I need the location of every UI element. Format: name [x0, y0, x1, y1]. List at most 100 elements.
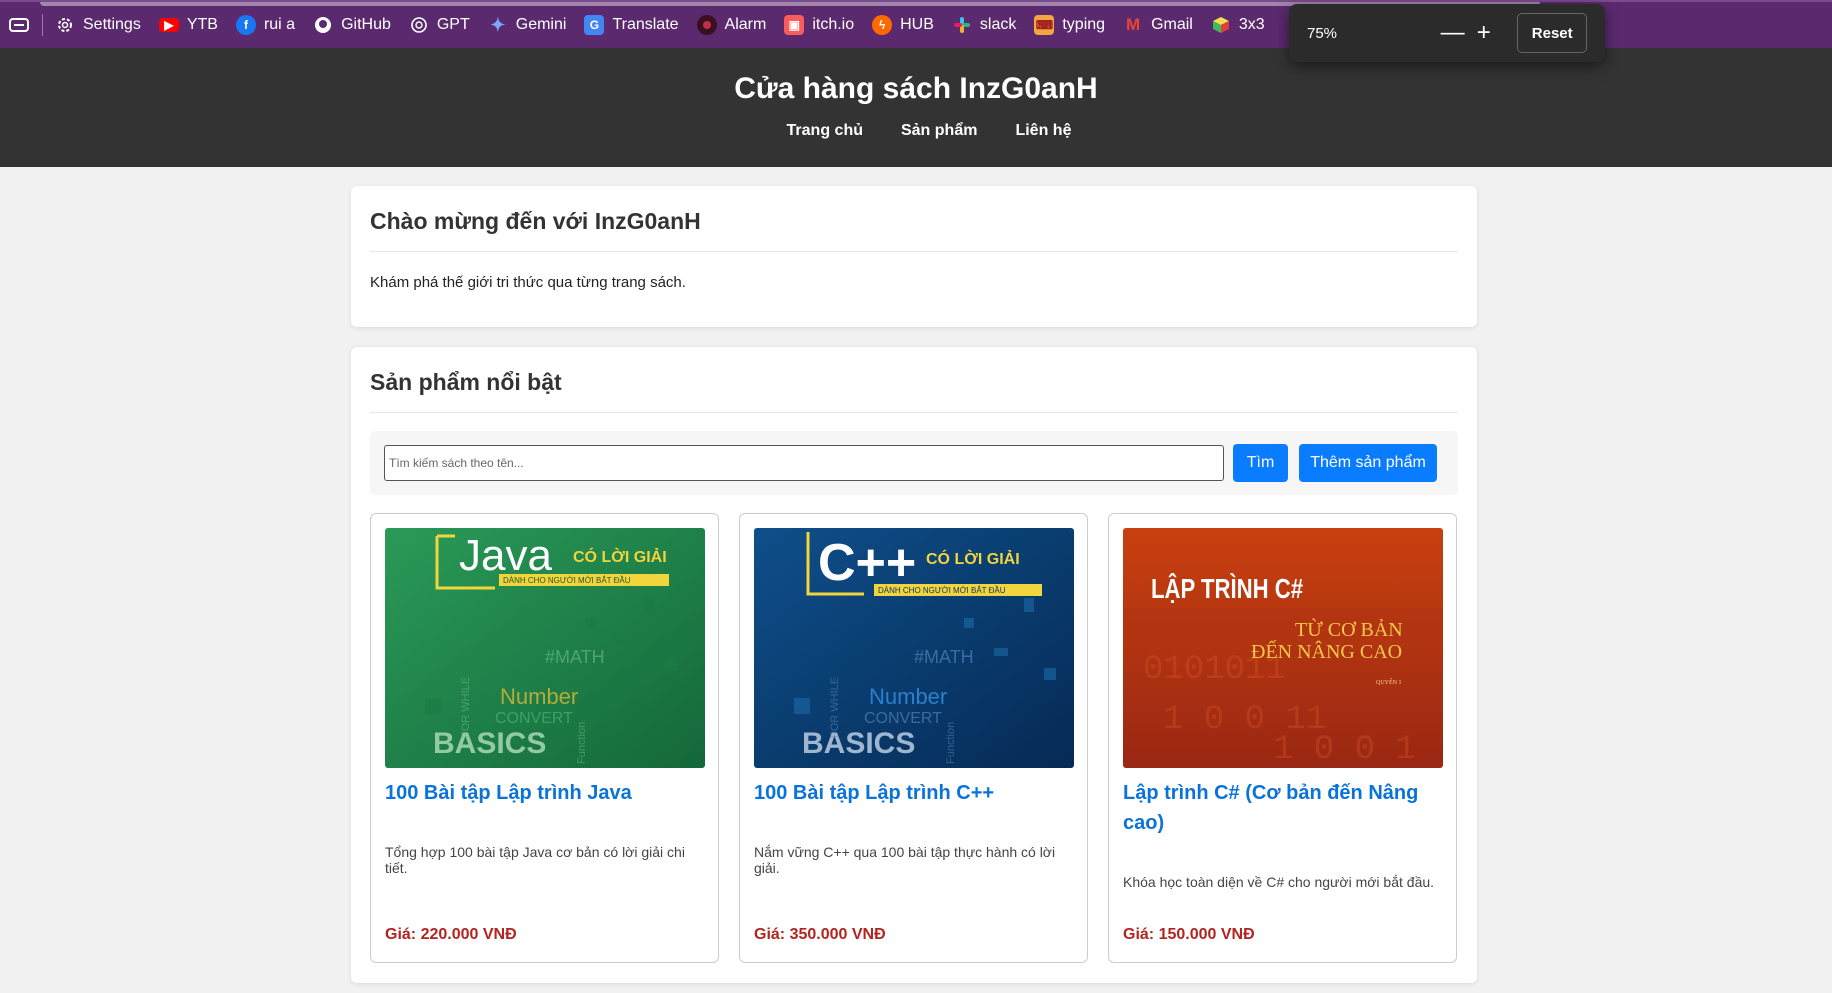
- bookmark-3x3[interactable]: 3x3: [1211, 9, 1265, 41]
- bookmark-alarm[interactable]: Alarm: [696, 9, 767, 41]
- cover-word: Function: [576, 722, 588, 764]
- cover-tag: CÓ LỜI GIẢI: [926, 549, 1020, 568]
- cover-word: Function: [945, 722, 957, 764]
- cover-word: FOR WHILE: [460, 677, 472, 738]
- bookmark-label: rui a: [263, 16, 296, 33]
- cover-word: #MATH: [914, 647, 974, 667]
- bookmark-label: typing: [1062, 16, 1106, 33]
- product-grid: Java CÓ LỜI GIẢI DÀNH CHO NGƯỜI MỚI BẮT …: [370, 513, 1458, 963]
- book-cover-java: Java CÓ LỜI GIẢI DÀNH CHO NGƯỜI MỚI BẮT …: [385, 528, 705, 768]
- search-button[interactable]: Tìm: [1233, 444, 1288, 482]
- cover-title: LẬP TRÌNH C#: [1151, 573, 1303, 604]
- bookmark-label: HUB: [900, 16, 934, 33]
- nav-products-link[interactable]: Sản phẩm: [901, 122, 977, 140]
- bookmark-slack[interactable]: slack: [952, 9, 1016, 41]
- book-cover-cpp: C++ CÓ LỜI GIẢI DÀNH CHO NGƯỜI MỚI BẮT Đ…: [754, 528, 1074, 768]
- search-input[interactable]: [384, 445, 1224, 481]
- bookmark-label: Gemini: [515, 16, 567, 33]
- bookmark-typing[interactable]: ⌨ typing: [1034, 9, 1105, 41]
- gemini-icon: ✦: [490, 14, 506, 35]
- add-product-button[interactable]: Thêm sản phẩm: [1299, 444, 1437, 482]
- product-price: Giá: 150.000 VNĐ: [1123, 926, 1255, 943]
- itchio-icon: ▣: [784, 15, 805, 35]
- facebook-icon: f: [235, 15, 256, 35]
- sidebar-toggle-icon[interactable]: [6, 12, 32, 38]
- cover-lang: C++: [818, 534, 916, 592]
- bookmark-label: Gmail: [1151, 16, 1193, 33]
- bookmark-label: 3x3: [1238, 16, 1265, 33]
- zoom-reset-button[interactable]: Reset: [1517, 13, 1587, 53]
- welcome-text: Khám phá thế giới tri thức qua từng tran…: [370, 274, 686, 291]
- product-card[interactable]: Java CÓ LỜI GIẢI DÀNH CHO NGƯỜI MỚI BẮT …: [370, 513, 719, 963]
- bookmark-itchio[interactable]: ▣ itch.io: [784, 9, 854, 41]
- slack-icon: [952, 15, 972, 35]
- zoom-popup: 75% — + Reset: [1289, 4, 1605, 62]
- cover-volume: QUYỂN 1: [1376, 678, 1402, 686]
- cover-word: #MATH: [545, 647, 605, 667]
- nav-home-link[interactable]: Trang chủ: [787, 122, 863, 140]
- cover-word: Number: [869, 684, 947, 709]
- bookmark-label: itch.io: [812, 16, 855, 33]
- product-name[interactable]: 100 Bài tập Lập trình Java: [385, 778, 704, 808]
- book-cover-csharp: 0101011 1 0 0 11 1 0 0 1 LẬP TRÌNH C# TỪ…: [1123, 528, 1443, 768]
- nav-contact-link[interactable]: Liên hệ: [1015, 122, 1071, 140]
- product-name[interactable]: Lập trình C# (Cơ bản đến Nâng cao): [1123, 778, 1442, 838]
- cover-sub: DÀNH CHO NGƯỜI MỚI BẮT ĐẦU: [878, 585, 1006, 595]
- site-title: Cửa hàng sách InzG0anH: [734, 72, 1098, 105]
- bookmark-github[interactable]: GitHub: [313, 9, 391, 41]
- zoom-out-button[interactable]: —: [1437, 15, 1468, 51]
- product-price: Giá: 220.000 VNĐ: [385, 926, 517, 943]
- bookmark-gpt[interactable]: GPT: [409, 9, 470, 41]
- welcome-section: Chào mừng đến với InzG0anH Khám phá thế …: [351, 186, 1477, 327]
- search-bar: Tìm Thêm sản phẩm: [370, 431, 1458, 495]
- featured-products-section: Sản phẩm nổi bật Tìm Thêm sản phẩm: [351, 347, 1477, 983]
- chatgpt-icon: [409, 15, 429, 35]
- cube-icon: [1211, 15, 1231, 35]
- github-icon: [313, 15, 333, 35]
- translate-icon: G: [584, 15, 605, 35]
- bookmark-settings[interactable]: Settings: [55, 9, 141, 41]
- bookmark-label: Alarm: [724, 16, 767, 33]
- bookmark-label: slack: [979, 16, 1017, 33]
- product-price: Giá: 350.000 VNĐ: [754, 926, 886, 943]
- bookmark-ytb[interactable]: ▶ YTB: [158, 9, 218, 41]
- bookmark-label: YTB: [186, 16, 218, 33]
- zoom-level: 75%: [1307, 24, 1338, 42]
- cover-line2: ĐẾN NÂNG CAO: [1251, 639, 1402, 663]
- product-description: Nắm vững C++ qua 100 bài tập thực hành c…: [754, 844, 1056, 876]
- cover-sub: DÀNH CHO NGƯỜI MỚI BẮT ĐẦU: [503, 575, 631, 585]
- product-card[interactable]: C++ CÓ LỜI GIẢI DÀNH CHO NGƯỜI MỚI BẮT Đ…: [739, 513, 1088, 963]
- bookmark-label: GPT: [436, 16, 470, 33]
- cover-word: CONVERT: [495, 710, 573, 727]
- bookmark-label: Settings: [83, 16, 141, 33]
- cover-basics: BASICS: [802, 727, 915, 760]
- bookmark-gmail[interactable]: M Gmail: [1123, 9, 1193, 41]
- gmail-icon: M: [1125, 15, 1141, 34]
- cover-basics: BASICS: [433, 727, 546, 760]
- gear-icon: [55, 15, 75, 35]
- cover-line1: TỪ CƠ BẢN: [1295, 617, 1403, 641]
- products-title: Sản phẩm nổi bật: [370, 369, 1458, 413]
- main-content: Chào mừng đến với InzG0anH Khám phá thế …: [351, 186, 1477, 983]
- site-nav: Trang chủ Sản phẩm Liên hệ: [26, 122, 1832, 140]
- hub-icon: ϟ: [872, 15, 893, 35]
- bookmark-label: Translate: [612, 16, 679, 33]
- bookmark-label: GitHub: [341, 16, 391, 33]
- cover-tag: CÓ LỜI GIẢI: [573, 547, 667, 566]
- site-header: Cửa hàng sách InzG0anH Trang chủ Sản phẩ…: [0, 48, 1832, 167]
- typing-icon: ⌨: [1034, 15, 1055, 35]
- bookmark-gemini[interactable]: ✦ Gemini: [488, 9, 567, 41]
- product-name[interactable]: 100 Bài tập Lập trình C++: [754, 778, 1073, 808]
- bookmark-hub[interactable]: ϟ HUB: [872, 9, 934, 41]
- bookmark-rui-a[interactable]: f rui a: [235, 9, 296, 41]
- alarm-icon: [696, 15, 717, 35]
- welcome-title: Chào mừng đến với InzG0anH: [370, 208, 1458, 252]
- toolbar-divider: [42, 14, 43, 36]
- bookmark-translate[interactable]: G Translate: [584, 9, 679, 41]
- product-card[interactable]: 0101011 1 0 0 11 1 0 0 1 LẬP TRÌNH C# TỪ…: [1108, 513, 1457, 963]
- product-description: Tổng hợp 100 bài tập Java cơ bản có lời …: [385, 844, 685, 876]
- cover-lang: Java: [459, 531, 552, 580]
- zoom-in-button[interactable]: +: [1468, 15, 1499, 51]
- product-description: Khóa học toàn diện về C# cho người mới b…: [1123, 874, 1435, 890]
- cover-word: FOR WHILE: [829, 677, 841, 738]
